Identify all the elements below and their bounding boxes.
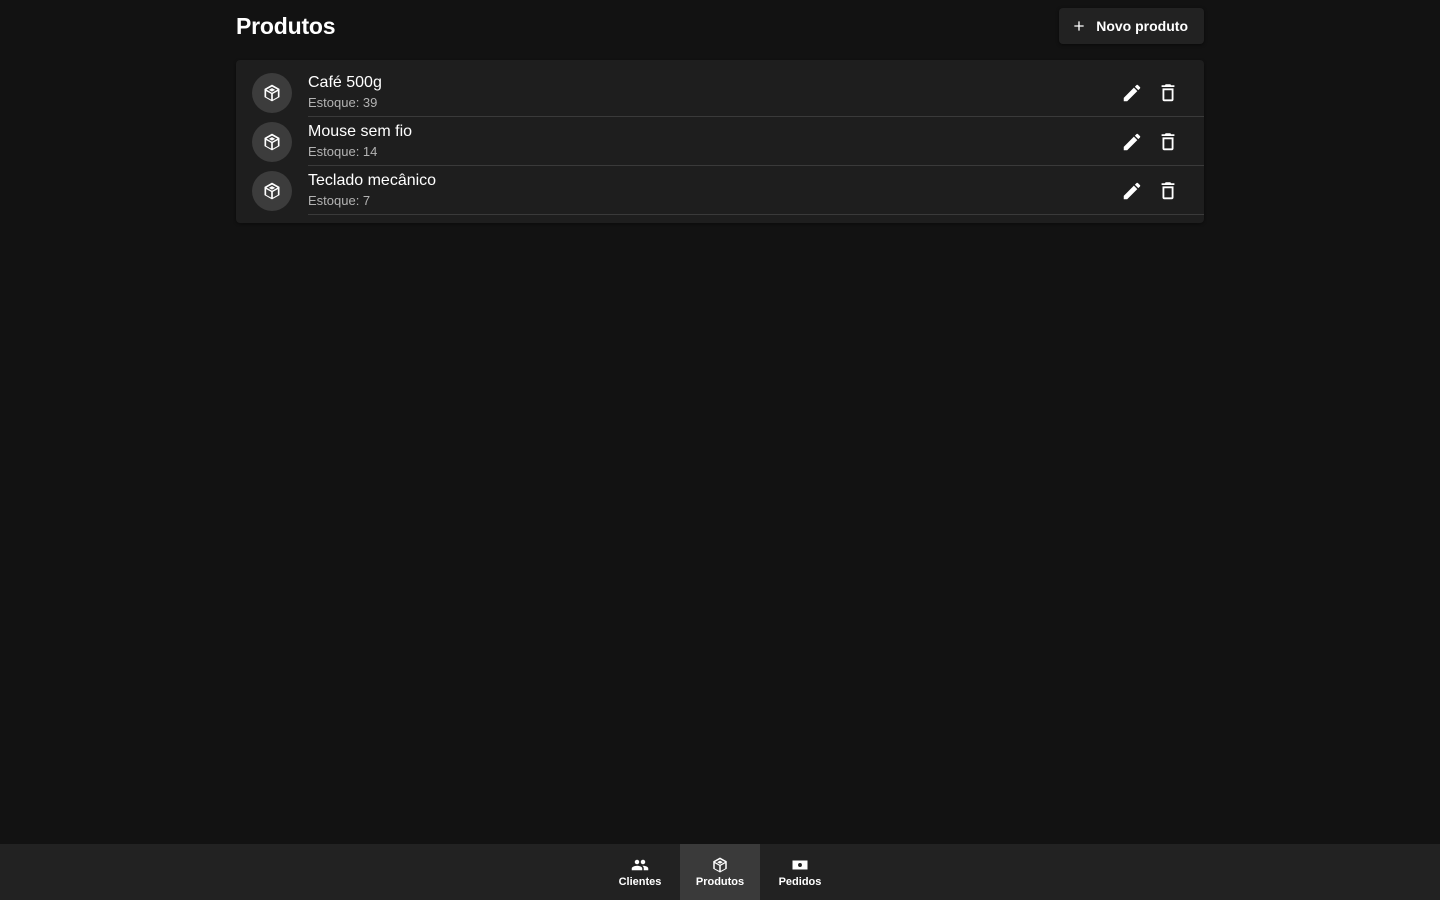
main-content: Produtos Novo produto Café 500g Estoque:… [236, 0, 1204, 223]
bottom-navigation: Clientes Produtos Pedidos [0, 844, 1440, 900]
product-row: Teclado mecânico Estoque: 7 [236, 166, 1204, 215]
row-actions [1120, 81, 1180, 105]
product-name: Café 500g [308, 74, 382, 91]
trash-icon [1161, 181, 1175, 199]
product-stock: Estoque: 7 [308, 193, 371, 208]
product-avatar [252, 121, 292, 162]
nav-item-produtos[interactable]: Produtos [680, 844, 760, 900]
product-avatar [252, 170, 292, 211]
pencil-icon [1123, 84, 1141, 101]
edit-button[interactable] [1120, 130, 1144, 154]
product-stock: Estoque: 14 [308, 144, 378, 159]
product-texts: Café 500g Estoque: 39 [308, 73, 1120, 112]
edit-button[interactable] [1120, 81, 1144, 105]
row-actions [1120, 130, 1180, 154]
page-header: Produtos Novo produto [236, 0, 1204, 52]
row-divider [308, 214, 1204, 215]
people-icon [631, 859, 649, 871]
nav-item-clientes[interactable]: Clientes [600, 844, 680, 900]
pencil-icon [1123, 133, 1141, 150]
page-title: Produtos [236, 12, 336, 39]
pencil-icon [1123, 182, 1141, 199]
cube-icon [264, 182, 280, 199]
nav-item-pedidos[interactable]: Pedidos [760, 844, 840, 900]
nav-label: Clientes [618, 876, 662, 888]
product-row: Mouse sem fio Estoque: 14 [236, 117, 1204, 166]
new-product-label: Novo produto [1096, 18, 1188, 34]
cube-icon [713, 857, 727, 873]
product-name: Mouse sem fio [308, 123, 413, 140]
delete-button[interactable] [1156, 81, 1180, 105]
product-name: Teclado mecânico [308, 172, 437, 189]
app-page: Produtos Novo produto Café 500g Estoque:… [0, 0, 1440, 900]
trash-icon [1161, 132, 1175, 150]
nav-label: Produtos [695, 876, 745, 888]
row-actions [1120, 179, 1180, 203]
product-texts: Teclado mecânico Estoque: 7 [308, 171, 1120, 210]
product-stock: Estoque: 39 [308, 95, 378, 110]
edit-button[interactable] [1120, 179, 1144, 203]
product-avatar [252, 72, 292, 113]
new-product-button[interactable]: Novo produto [1059, 8, 1204, 44]
cash-icon [792, 860, 808, 870]
plus-icon [1074, 21, 1084, 31]
cube-icon [264, 133, 280, 150]
product-list: Café 500g Estoque: 39 Mouse sem fio Esto… [236, 60, 1204, 223]
product-texts: Mouse sem fio Estoque: 14 [308, 122, 1120, 161]
nav-label: Pedidos [778, 876, 822, 888]
delete-button[interactable] [1156, 179, 1180, 203]
product-row: Café 500g Estoque: 39 [236, 68, 1204, 117]
trash-icon [1161, 83, 1175, 101]
delete-button[interactable] [1156, 130, 1180, 154]
cube-icon [264, 84, 280, 101]
